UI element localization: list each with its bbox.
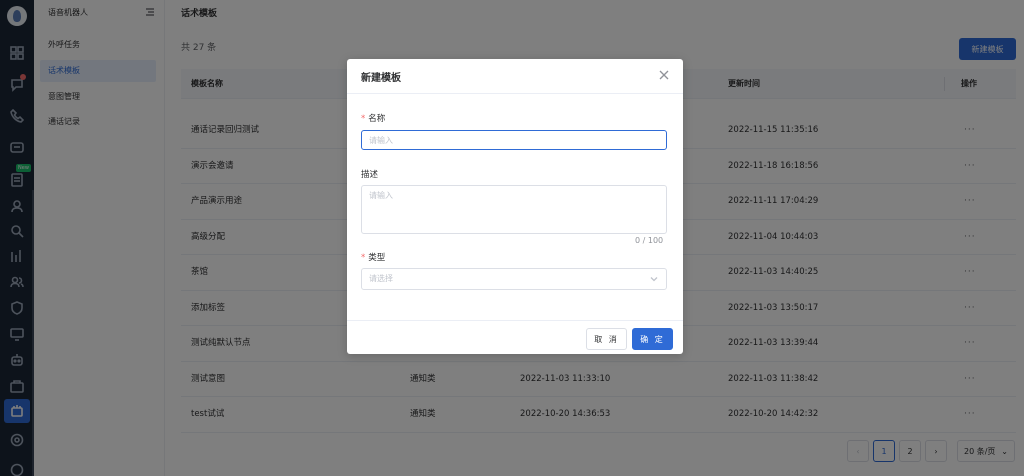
- dialog-footer-divider: [347, 320, 683, 321]
- required-mark: *: [361, 114, 366, 124]
- cancel-button[interactable]: 取 消: [586, 328, 627, 350]
- dialog-divider: [347, 93, 683, 94]
- chevron-down-icon: [650, 275, 658, 283]
- type-select[interactable]: 请选择: [361, 268, 667, 290]
- char-counter: 0 / 100: [635, 236, 664, 245]
- new-template-dialog: 新建模板 *名称 描述 0 / 100 *类型 请选择 取 消 确 定: [347, 59, 683, 354]
- type-label: * 类型: [361, 251, 385, 263]
- close-icon[interactable]: [659, 70, 669, 80]
- type-label-text: 类型: [368, 253, 386, 263]
- name-label-text: 名称: [368, 114, 386, 124]
- confirm-button[interactable]: 确 定: [632, 328, 673, 350]
- dialog-title: 新建模板: [361, 73, 401, 84]
- type-select-placeholder: 请选择: [369, 274, 393, 283]
- description-label: 描述: [361, 170, 379, 180]
- name-label: * 名称: [361, 112, 385, 124]
- name-input[interactable]: [361, 130, 667, 150]
- required-mark: *: [361, 253, 366, 263]
- description-textarea[interactable]: [361, 185, 667, 234]
